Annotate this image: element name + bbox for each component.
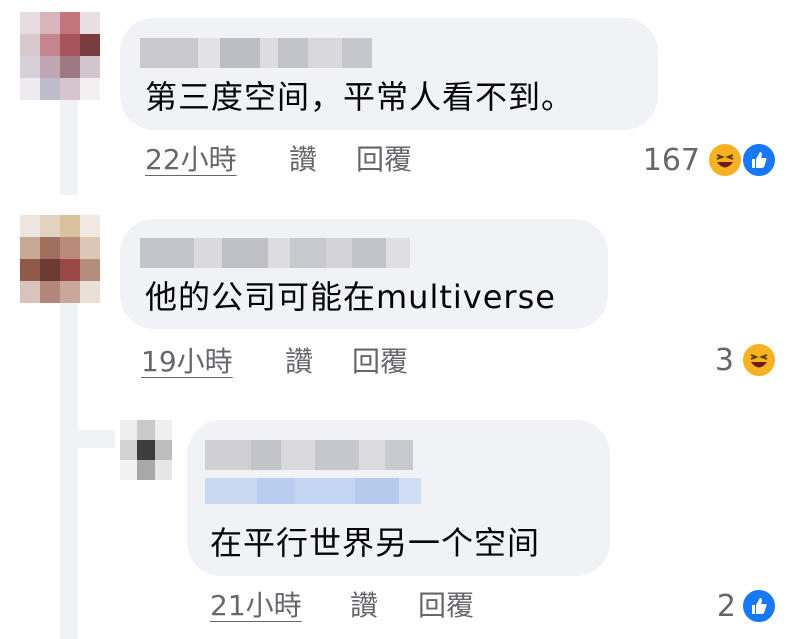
like-button[interactable]: 讚 — [285, 348, 313, 376]
comment-timestamp[interactable]: 19小時 — [141, 348, 233, 376]
like-button[interactable]: 讚 — [289, 146, 317, 174]
author-subtitle-blurred — [205, 478, 421, 504]
reply-button[interactable]: 回覆 — [356, 146, 412, 174]
avatar[interactable] — [120, 420, 172, 480]
avatar[interactable] — [20, 215, 100, 303]
thread-line — [60, 300, 78, 639]
comment-timestamp[interactable]: 21小時 — [210, 592, 302, 620]
comment-text: 在平行世界另一个空间 — [210, 524, 541, 562]
comment-text: 他的公司可能在multiverse — [145, 278, 556, 316]
reaction-count[interactable]: 167 — [640, 146, 700, 176]
reaction-count[interactable]: 3 — [674, 346, 734, 376]
like-icon — [741, 588, 777, 624]
avatar[interactable] — [20, 12, 100, 100]
reply-button[interactable]: 回覆 — [352, 348, 408, 376]
reaction-count[interactable]: 2 — [676, 592, 736, 622]
author-name-blurred[interactable] — [140, 38, 372, 68]
comment-text: 第三度空间，平常人看不到。 — [145, 78, 575, 116]
reply-button[interactable]: 回覆 — [418, 592, 474, 620]
like-button[interactable]: 讚 — [350, 592, 378, 620]
like-icon — [741, 142, 777, 178]
thread-line — [60, 100, 78, 195]
author-name-blurred[interactable] — [205, 440, 413, 470]
haha-icon — [707, 142, 743, 178]
comment-timestamp[interactable]: 22小時 — [145, 146, 237, 174]
thread-line — [60, 430, 115, 448]
author-name-blurred[interactable] — [140, 238, 410, 268]
haha-icon — [741, 342, 777, 378]
